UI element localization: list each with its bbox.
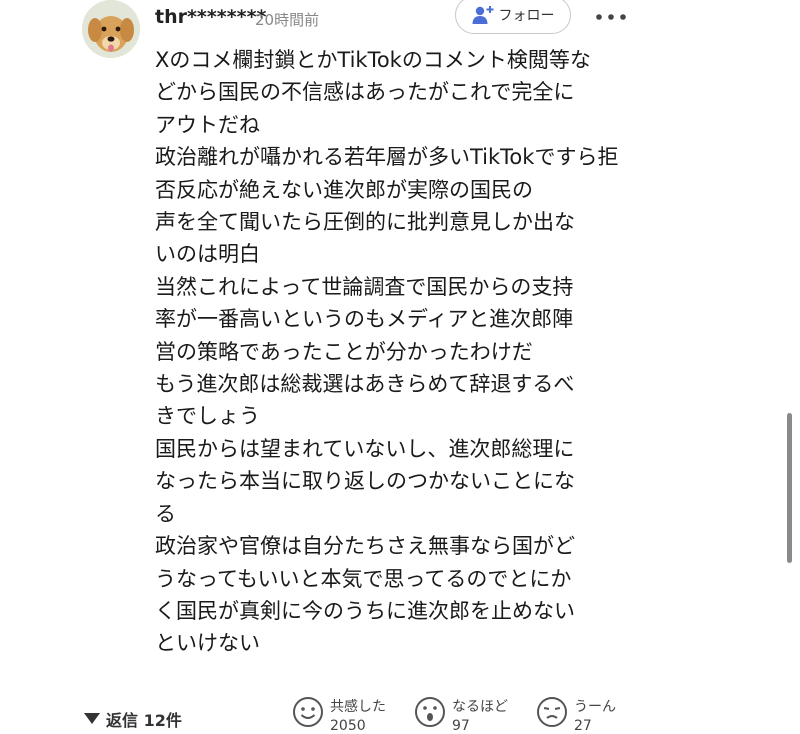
comment-line: 国民からは望まれていないし、進次郎総理に bbox=[155, 436, 575, 461]
comment-line: 政治離れが囁かれる若年層が多いTikTokですら拒否反応が絶えない進次郎が実際の… bbox=[155, 145, 619, 202]
comment-line: きでしょう bbox=[155, 404, 260, 429]
comment-line: く国民が真剣に今のうちに進次郎を止めない bbox=[155, 598, 575, 623]
reaction-label: 共感した bbox=[330, 699, 386, 715]
comment-line: アウトだね bbox=[155, 112, 260, 137]
comment-line: いのは明白 bbox=[155, 242, 260, 267]
comment-line: なったら本当に取り返しのつかないことにな bbox=[155, 469, 575, 494]
reaction-count: 97 bbox=[452, 718, 470, 734]
follow-button[interactable]: フォロー bbox=[455, 0, 571, 34]
add-user-icon bbox=[472, 6, 493, 24]
comment-line: る bbox=[155, 501, 176, 526]
reaction-count: 2050 bbox=[330, 718, 366, 734]
comment-line: 営の策略であったことが分かったわけだ bbox=[155, 339, 533, 364]
replies-toggle[interactable]: 返信 12件 bbox=[84, 707, 182, 731]
username[interactable]: thr******** bbox=[155, 6, 266, 28]
follow-label: フォロー bbox=[498, 8, 555, 24]
comment-line: 当然これによって世論調査で国民からの支持 bbox=[155, 274, 574, 299]
triangle-down-icon bbox=[84, 713, 100, 724]
reaction-insight-button[interactable]: なるほど 97 bbox=[414, 696, 508, 734]
timestamp: 20時間前 bbox=[255, 11, 320, 29]
comment-line: どから国民の不信感はあったがこれで完全に bbox=[155, 80, 575, 105]
comment-body: Xのコメ欄封鎖とかTikTokのコメント検閲等な どから国民の不信感はあったがこ… bbox=[155, 44, 630, 660]
reaction-label: うーん bbox=[574, 699, 616, 715]
comment-line: 率が一番高いというのもメディアと進次郎陣 bbox=[155, 307, 574, 332]
surprised-face-icon bbox=[415, 697, 445, 727]
smile-face-icon bbox=[293, 697, 323, 727]
reaction-label: なるほど bbox=[452, 699, 508, 715]
reaction-empathy-button[interactable]: 共感した 2050 bbox=[292, 696, 386, 734]
more-dots-icon bbox=[596, 14, 626, 20]
reaction-count: 27 bbox=[574, 718, 592, 734]
avatar[interactable] bbox=[82, 0, 140, 58]
hmm-face-icon bbox=[537, 697, 567, 727]
scrollbar-thumb[interactable] bbox=[787, 413, 792, 563]
replies-label: 返信 12件 bbox=[106, 711, 182, 730]
more-options-button[interactable] bbox=[593, 4, 629, 30]
comment-line: もう進次郎は総裁選はあきらめて辞退するべ bbox=[155, 372, 575, 397]
comment-line: 政治家や官僚は自分たちさえ無事なら国がど bbox=[155, 534, 575, 559]
comment-line: といけない bbox=[155, 631, 260, 656]
dog-avatar-icon bbox=[82, 0, 140, 58]
reaction-hmm-button[interactable]: うーん 27 bbox=[536, 696, 616, 734]
comment-line: 声を全て聞いたら圧倒的に批判意見しか出な bbox=[155, 210, 575, 235]
comment-line: うなってもいいと本気で思ってるのでとにか bbox=[155, 566, 572, 591]
comment-line: Xのコメ欄封鎖とかTikTokのコメント検閲等な bbox=[155, 48, 591, 72]
